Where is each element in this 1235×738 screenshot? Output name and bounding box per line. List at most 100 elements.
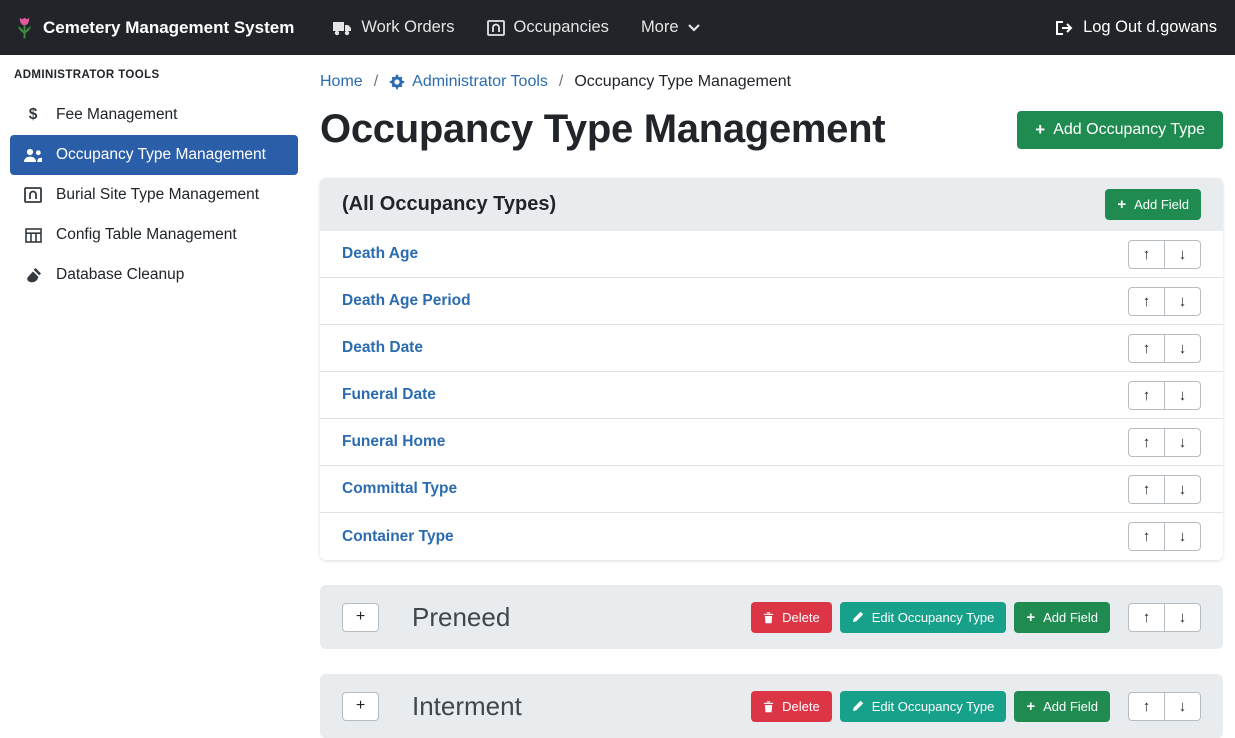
all-occupancy-types-header: (All Occupancy Types) + Add Field (320, 178, 1223, 231)
occupancies-icon (487, 20, 505, 36)
main-content: Home / Administrator Tools / Occupancy T… (308, 55, 1235, 738)
nav-work-orders[interactable]: Work Orders (332, 18, 454, 37)
sidebar-item-occupancy-type-management[interactable]: Occupancy Type Management (10, 135, 298, 175)
sidebar-item-burial-site-type-management[interactable]: Burial Site Type Management (10, 175, 298, 215)
move-up-button[interactable]: ↑ (1128, 334, 1165, 363)
expand-section-button[interactable]: + (342, 603, 379, 632)
edit-occupancy-type-button[interactable]: Edit Occupancy Type (840, 691, 1007, 722)
move-up-button[interactable]: ↑ (1128, 522, 1165, 551)
move-down-button[interactable]: ↓ (1164, 603, 1201, 632)
add-field-label: Add Field (1043, 610, 1098, 625)
breadcrumb-separator: / (559, 73, 563, 91)
sidebar-item-label: Burial Site Type Management (56, 186, 259, 204)
gear-icon (389, 74, 405, 90)
field-row: Committal Type ↑ ↓ (320, 466, 1223, 513)
breadcrumb-home-link[interactable]: Home (320, 73, 363, 91)
field-link[interactable]: Death Age Period (342, 292, 471, 310)
move-up-button[interactable]: ↑ (1128, 603, 1165, 632)
nav-more-label: More (641, 18, 679, 37)
headstone-icon (23, 187, 43, 203)
sidebar-item-fee-management[interactable]: $ Fee Management (10, 95, 298, 135)
expand-section-button[interactable]: + (342, 692, 379, 721)
delete-section-button[interactable]: Delete (751, 691, 832, 722)
sidebar-item-label: Config Table Management (56, 226, 237, 244)
add-field-button[interactable]: + Add Field (1105, 189, 1201, 220)
sidebar-item-label: Database Cleanup (56, 266, 184, 284)
move-down-button[interactable]: ↓ (1164, 692, 1201, 721)
sidebar-item-label: Occupancy Type Management (56, 146, 266, 164)
field-link[interactable]: Funeral Home (342, 433, 445, 451)
breadcrumb-home-label: Home (320, 73, 363, 91)
nav-more[interactable]: More (641, 18, 700, 37)
edit-label: Edit Occupancy Type (872, 610, 995, 625)
add-occupancy-type-button[interactable]: + Add Occupancy Type (1017, 111, 1223, 149)
field-link[interactable]: Container Type (342, 528, 454, 546)
app-root: Cemetery Management System Work Orders (0, 0, 1235, 738)
field-row: Container Type ↑ ↓ (320, 513, 1223, 560)
nav-occupancies[interactable]: Occupancies (487, 18, 609, 37)
nav-occupancies-label: Occupancies (514, 18, 609, 37)
trash-icon (763, 700, 774, 713)
move-down-button[interactable]: ↓ (1164, 522, 1201, 551)
field-link[interactable]: Funeral Date (342, 386, 436, 404)
move-down-button[interactable]: ↓ (1164, 240, 1201, 269)
field-link[interactable]: Death Age (342, 245, 418, 263)
reorder-group: ↑ ↓ (1128, 475, 1201, 504)
sidebar-header: Administrator Tools (10, 67, 298, 95)
pencil-icon (852, 611, 864, 623)
move-up-button[interactable]: ↑ (1128, 428, 1165, 457)
delete-section-button[interactable]: Delete (751, 602, 832, 633)
field-row: Death Age ↑ ↓ (320, 231, 1223, 278)
chevron-down-icon (688, 24, 700, 32)
page-layout: Administrator Tools $ Fee Management Occ… (0, 55, 1235, 738)
app-brand[interactable]: Cemetery Management System (16, 15, 294, 41)
pencil-icon (852, 700, 864, 712)
all-occupancy-types-title: (All Occupancy Types) (342, 193, 556, 216)
dollar-icon: $ (23, 106, 43, 124)
table-icon (23, 228, 43, 243)
primary-nav: Work Orders Occupancies More (316, 18, 715, 37)
reorder-group: ↑ ↓ (1128, 428, 1201, 457)
delete-label: Delete (782, 699, 820, 714)
breadcrumb-admin-tools-link[interactable]: Administrator Tools (389, 73, 548, 91)
field-row: Death Date ↑ ↓ (320, 325, 1223, 372)
move-down-button[interactable]: ↓ (1164, 334, 1201, 363)
move-down-button[interactable]: ↓ (1164, 428, 1201, 457)
edit-occupancy-type-button[interactable]: Edit Occupancy Type (840, 602, 1007, 633)
reorder-group: ↑ ↓ (1128, 287, 1201, 316)
move-down-button[interactable]: ↓ (1164, 475, 1201, 504)
add-field-label: Add Field (1043, 699, 1098, 714)
plus-icon: + (1026, 699, 1035, 714)
breadcrumb: Home / Administrator Tools / Occupancy T… (320, 73, 1223, 91)
move-up-button[interactable]: ↑ (1128, 240, 1165, 269)
add-field-button[interactable]: + Add Field (1014, 602, 1110, 633)
section-actions: Delete Edit Occupancy Type + Add Field (751, 691, 1201, 722)
section-actions: Delete Edit Occupancy Type + Add Field (751, 602, 1201, 633)
field-link[interactable]: Committal Type (342, 480, 457, 498)
sidebar-item-database-cleanup[interactable]: Database Cleanup (10, 255, 298, 295)
move-up-button[interactable]: ↑ (1128, 287, 1165, 316)
logout-link[interactable]: Log Out d.gowans (1055, 18, 1217, 37)
move-up-button[interactable]: ↑ (1128, 475, 1165, 504)
users-icon (23, 148, 43, 163)
delete-label: Delete (782, 610, 820, 625)
field-link[interactable]: Death Date (342, 339, 423, 357)
edit-label: Edit Occupancy Type (872, 699, 995, 714)
move-up-button[interactable]: ↑ (1128, 692, 1165, 721)
sidebar-item-label: Fee Management (56, 106, 178, 124)
app-title: Cemetery Management System (43, 18, 294, 38)
truck-icon (332, 20, 352, 36)
plus-icon: + (1117, 197, 1126, 212)
plus-icon: + (1026, 610, 1035, 625)
section-title: Interment (412, 691, 522, 722)
add-field-button[interactable]: + Add Field (1014, 691, 1110, 722)
sidebar-item-config-table-management[interactable]: Config Table Management (10, 215, 298, 255)
move-down-button[interactable]: ↓ (1164, 381, 1201, 410)
reorder-group: ↑ ↓ (1128, 522, 1201, 551)
move-down-button[interactable]: ↓ (1164, 287, 1201, 316)
move-up-button[interactable]: ↑ (1128, 381, 1165, 410)
title-row: Occupancy Type Management + Add Occupanc… (320, 107, 1223, 152)
occupancy-type-section-interment: + Interment Delete (320, 674, 1223, 738)
flower-logo-icon (16, 15, 33, 41)
admin-tools-sidebar: Administrator Tools $ Fee Management Occ… (0, 55, 308, 738)
